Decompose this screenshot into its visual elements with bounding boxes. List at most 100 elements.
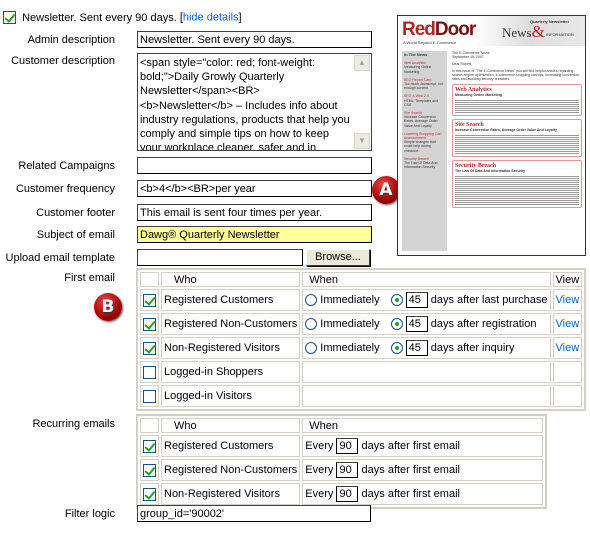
row-checkbox-cell	[140, 435, 159, 457]
subject-label: Subject of email	[36, 229, 115, 241]
upload-template-label: Upload email template	[5, 252, 115, 264]
upload-template-input[interactable]	[137, 249, 303, 266]
recurring-emails-table: Who When Registered Customers Every 90 d…	[136, 414, 547, 509]
callout-badge-a: A	[372, 176, 400, 204]
row-who: Registered Customers	[161, 289, 301, 311]
delay-radio[interactable]	[390, 294, 403, 306]
newsletter-preview: RedDoor A World Beyond E-Commerce Quarte…	[397, 15, 586, 256]
row-view-cell: View	[552, 289, 583, 311]
related-campaigns-label: Related Campaigns	[18, 160, 115, 172]
customer-footer-label: Customer footer	[36, 207, 115, 219]
immediately-label: Immediately	[320, 293, 380, 306]
immediately-radio[interactable]	[305, 318, 318, 330]
row-checkbox-cell	[140, 459, 159, 481]
delay-radio[interactable]	[390, 318, 403, 330]
row-when: Immediately 45 days after last purchase	[302, 289, 551, 311]
logo-red-text: Red	[402, 19, 436, 40]
newsletter-enabled-checkbox[interactable]	[3, 11, 16, 24]
admin-description-label: Admin description	[27, 34, 115, 46]
customer-description-textarea[interactable]: <span style="color: red; font-weight: bo…	[137, 53, 372, 151]
header-view: View	[552, 272, 583, 287]
delay-radio[interactable]	[390, 342, 403, 354]
row-checkbox[interactable]	[143, 365, 156, 379]
row-checkbox[interactable]	[143, 293, 156, 307]
row-view-cell: View	[552, 313, 583, 335]
recurring-emails-label: Recurring emails	[32, 418, 115, 430]
customer-description-text: <span style="color: red; font-weight: bo…	[140, 57, 350, 151]
table-header-row: Who When	[140, 418, 543, 433]
view-link[interactable]: View	[556, 318, 580, 330]
scroll-up-icon[interactable]: ▲	[354, 55, 370, 71]
every-label: Every	[305, 487, 334, 500]
header-who: Who	[161, 418, 301, 433]
row-checkbox[interactable]	[143, 439, 156, 453]
preview-sidebar-item: Web Analytics Measuring Online Marketing	[404, 61, 432, 74]
amp-text: &	[531, 22, 545, 41]
row-checkbox[interactable]	[143, 487, 156, 501]
admin-description-input[interactable]: Newsletter. Sent every 90 days.	[137, 31, 372, 48]
row-view-cell: View	[552, 337, 583, 359]
preview-article: Site Search Increase Conversion Rates, A…	[452, 119, 582, 157]
preview-information: INFORMATION	[546, 32, 574, 37]
related-campaigns-input[interactable]	[137, 157, 372, 174]
row-checkbox[interactable]	[143, 341, 156, 355]
header-checkbox-cell	[140, 272, 159, 287]
table-row: Logged-in Shoppers	[140, 361, 583, 383]
customer-footer-input[interactable]: This email is sent four times per year.	[137, 204, 372, 221]
scroll-down-icon[interactable]: ▼	[354, 133, 370, 149]
row-who: Logged-in Visitors	[161, 385, 301, 407]
immediately-radio[interactable]	[305, 342, 318, 354]
row-who: Logged-in Shoppers	[161, 361, 301, 383]
logo-door-text: Door	[434, 19, 476, 40]
preview-sidebar-item: Lowering Shopping Cart Abandonment Simple…	[404, 131, 442, 153]
days-suffix: days after first email	[361, 463, 460, 476]
hide-details-link[interactable]: hide details	[183, 12, 239, 24]
row-who: Registered Customers	[161, 435, 301, 457]
row-when: Every 90 days after first email	[302, 483, 543, 505]
preview-greeting: Dear Robert,	[452, 62, 473, 66]
preview-logo: RedDoor	[402, 19, 476, 41]
row-checkbox-cell	[140, 313, 159, 335]
row-when	[302, 385, 551, 407]
days-input[interactable]: 90	[336, 486, 359, 502]
row-view-cell	[552, 361, 583, 383]
immediately-radio[interactable]	[305, 294, 318, 306]
preview-tagline: A World Beyond E-Commerce	[403, 40, 457, 45]
row-who: Non-Registered Visitors	[161, 337, 301, 359]
row-checkbox[interactable]	[143, 463, 156, 477]
row-when: Every 90 days after first email	[302, 459, 543, 481]
table-row: Registered Customers Immediately 45 days…	[140, 289, 583, 311]
preview-sidebar: In The News Web Analytics Measuring Onlin…	[402, 51, 447, 251]
days-suffix: days after first email	[361, 439, 460, 452]
days-input[interactable]: 45	[405, 340, 428, 356]
row-who: Registered Non-Customers	[161, 459, 301, 481]
header-who: Who	[161, 272, 301, 287]
days-input[interactable]: 90	[336, 438, 359, 454]
table-row: Non-Registered Visitors Every 90 days af…	[140, 483, 543, 505]
header-checkbox-cell	[140, 418, 159, 433]
preview-sidebar-item: SEO & Web 2.0 HTML, Templates and CSS	[404, 94, 439, 107]
view-link[interactable]: View	[556, 294, 580, 306]
preview-sidebar-item: Site Search Increase Conversion Rates, Av…	[404, 111, 438, 128]
days-input[interactable]: 90	[336, 462, 359, 478]
filter-logic-input[interactable]: group_id='90002'	[137, 505, 371, 522]
news-text: News	[502, 25, 532, 40]
row-who: Registered Non-Customers	[161, 313, 301, 335]
every-label: Every	[305, 463, 334, 476]
browse-button[interactable]: Browse...	[306, 249, 370, 266]
row-when	[302, 361, 551, 383]
days-input[interactable]: 45	[405, 292, 428, 308]
customer-frequency-input[interactable]: <b>4</b><BR>per year	[137, 180, 372, 197]
textarea-scrollbar[interactable]: ▲ ▼	[354, 55, 370, 149]
first-email-label: First email	[64, 272, 115, 284]
preview-intro-heading: The E-Commerce News September 15, 2007	[452, 51, 490, 59]
preview-sidebar-title: In The News	[404, 52, 428, 57]
days-input[interactable]: 45	[405, 316, 428, 332]
callout-badge-b: B	[94, 293, 122, 321]
row-checkbox[interactable]	[143, 389, 156, 403]
newsletter-title: Newsletter. Sent every 90 days.	[22, 11, 177, 24]
view-link[interactable]: View	[556, 342, 580, 354]
subject-input[interactable]: Dawg® Quarterly Newsletter	[137, 226, 372, 243]
row-when: Immediately 45 days after registration	[302, 313, 551, 335]
row-checkbox[interactable]	[143, 317, 156, 331]
